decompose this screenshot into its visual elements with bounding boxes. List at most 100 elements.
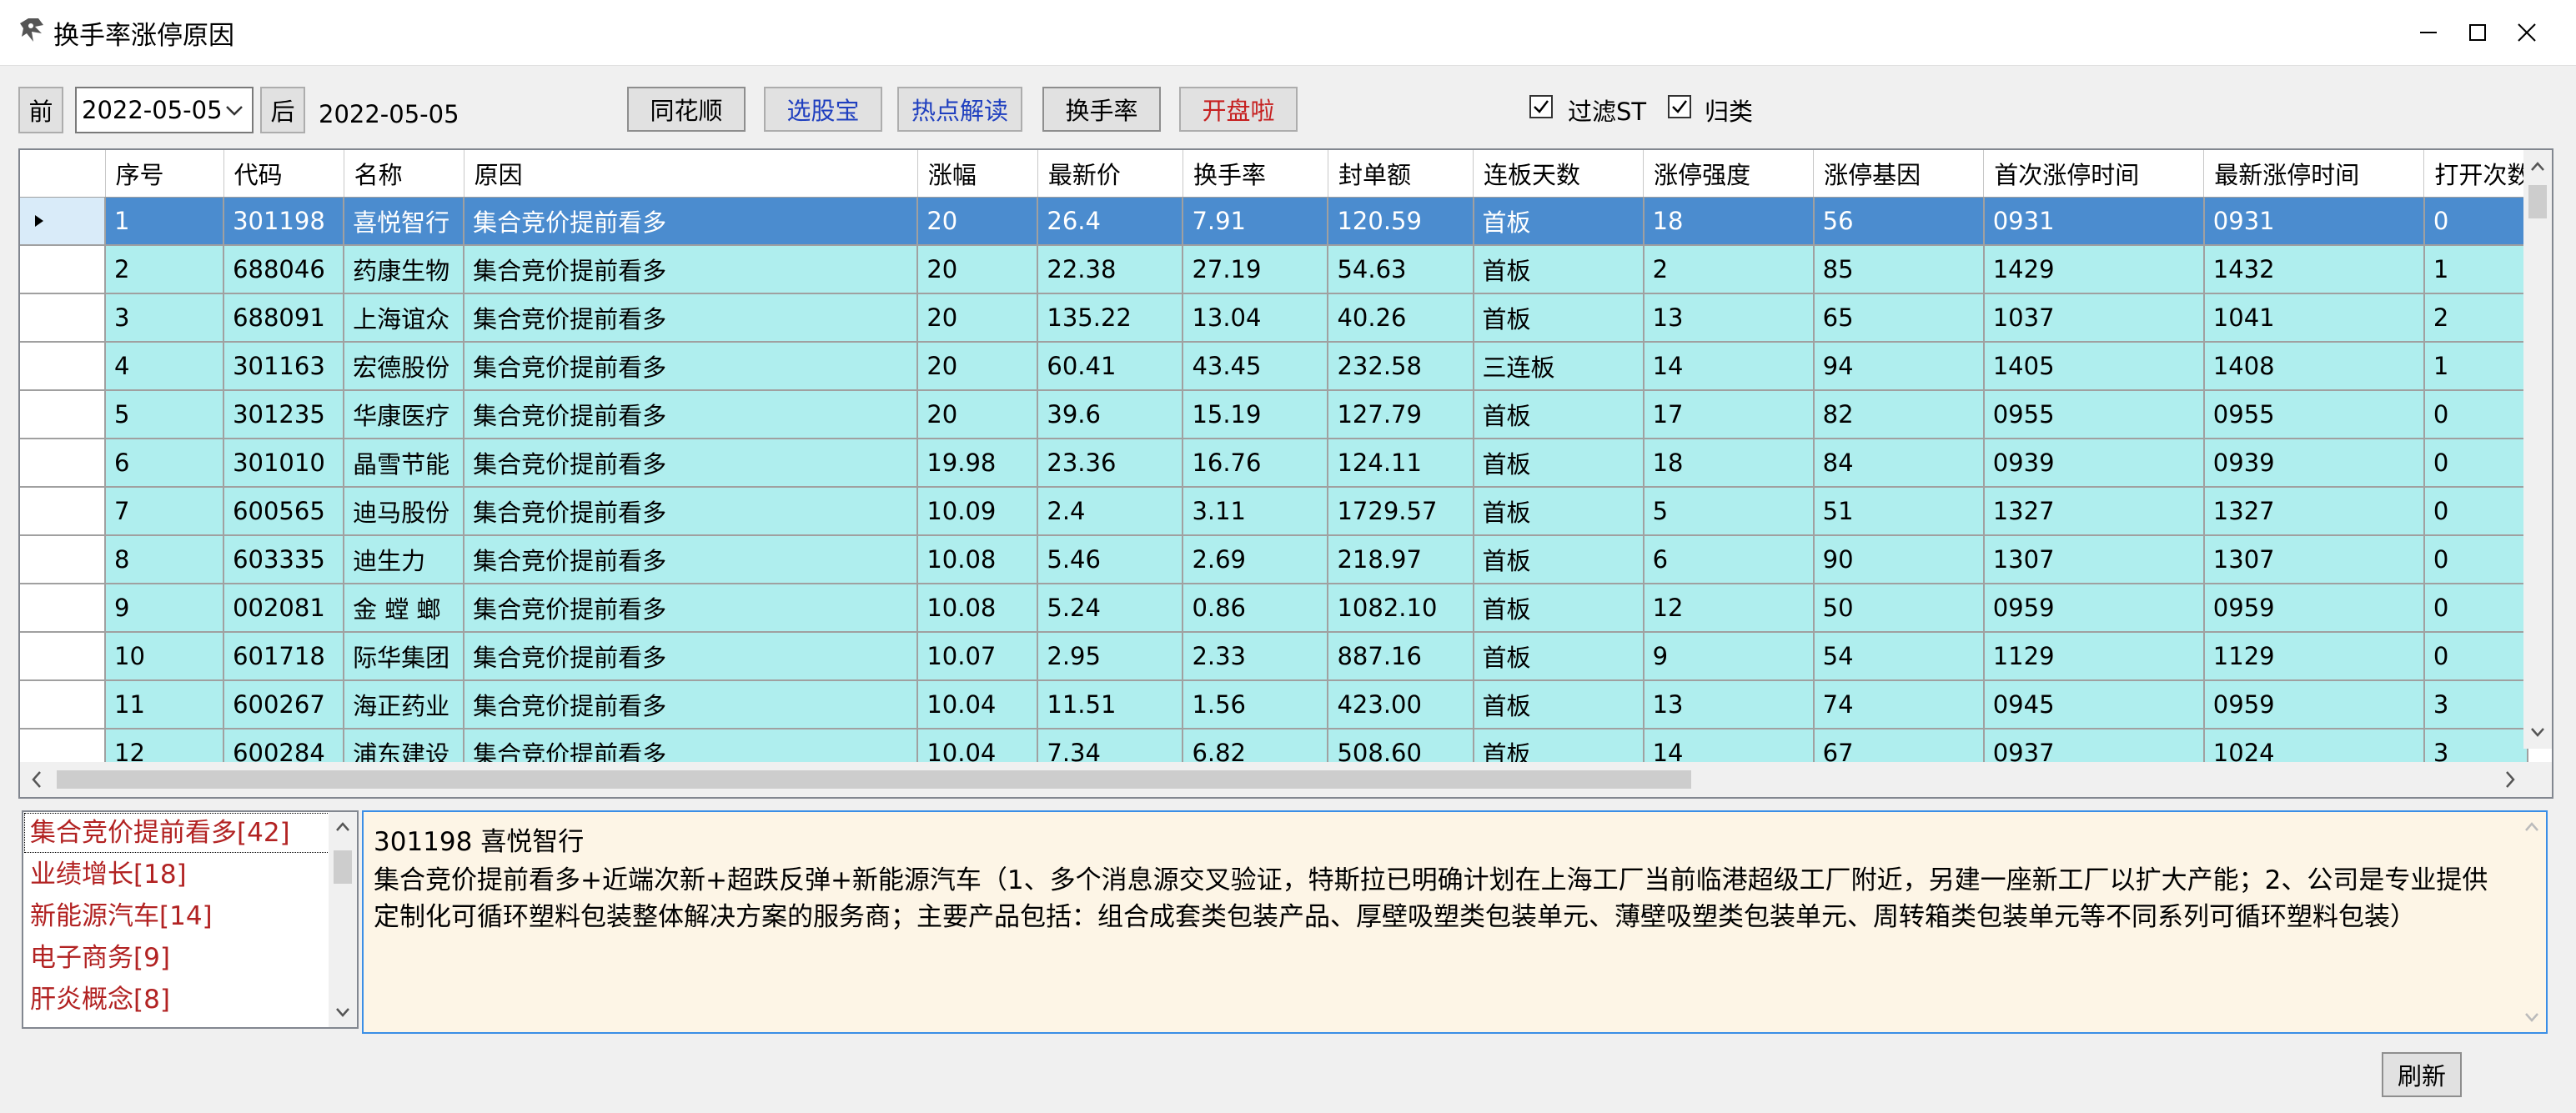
cell-open-count[interactable]: 3: [2423, 680, 2529, 729]
cell-change[interactable]: 19.98: [917, 439, 1039, 488]
prev-day-button[interactable]: 前: [18, 87, 63, 133]
row-header[interactable]: [20, 584, 107, 633]
cell-limit-gene[interactable]: 84: [1813, 439, 1985, 488]
cell-name[interactable]: 际华集团: [344, 632, 465, 681]
table-row[interactable]: 7 600565 迪马股份 集合竞价提前看多 10.09 2.4 3.11 1729.57 首板…: [20, 487, 2529, 536]
table-row[interactable]: 2 688046 药康生物 集合竞价提前看多 20 22.38 27.19 54.63 首板 2 8…: [20, 245, 2529, 294]
cell-code[interactable]: 688046: [223, 245, 345, 294]
cell-consecutive-days[interactable]: 首板: [1473, 487, 1645, 536]
row-header[interactable]: [20, 390, 107, 439]
cell-first-limit-time[interactable]: 0931: [1983, 197, 2205, 246]
scroll-left-icon[interactable]: [22, 762, 52, 797]
cell-limit-strength[interactable]: 2: [1643, 245, 1815, 294]
cell-reason[interactable]: 集合竞价提前看多: [464, 390, 919, 439]
row-header[interactable]: [20, 245, 107, 294]
cell-name[interactable]: 金 螳 螂: [344, 584, 465, 633]
cell-reason[interactable]: 集合竞价提前看多: [464, 293, 919, 343]
cell-code[interactable]: 002081: [223, 584, 345, 633]
cell-seal-amount[interactable]: 120.59: [1328, 197, 1474, 246]
cell-code[interactable]: 301010: [223, 439, 345, 488]
next-day-button[interactable]: 后: [260, 87, 305, 133]
scroll-up-icon[interactable]: [2523, 152, 2552, 182]
cell-limit-strength[interactable]: 9: [1643, 632, 1815, 681]
cell-limit-gene[interactable]: 82: [1813, 390, 1985, 439]
table-row[interactable]: 11 600267 海正药业 集合竞价提前看多 10.04 11.51 1.56 423.00…: [20, 680, 2529, 729]
col-header-limit-gene[interactable]: 涨停基因: [1813, 150, 1985, 198]
cell-limit-strength[interactable]: 18: [1643, 197, 1815, 246]
cell-name[interactable]: 晶雪节能: [344, 439, 465, 488]
cell-reason[interactable]: 集合竞价提前看多: [464, 535, 919, 584]
col-header-name[interactable]: 名称: [344, 150, 464, 198]
cell-seal-amount[interactable]: 1082.10: [1328, 584, 1474, 633]
cell-index[interactable]: 5: [105, 390, 225, 439]
category-item[interactable]: 肝炎概念[8]: [23, 979, 357, 1020]
group-checkbox[interactable]: [1668, 95, 1691, 118]
cell-open-count[interactable]: 1: [2423, 245, 2529, 294]
horizontal-scroll-thumb[interactable]: [57, 770, 1691, 789]
cell-change[interactable]: 20: [917, 390, 1039, 439]
row-header[interactable]: [20, 293, 107, 343]
cell-price[interactable]: 11.51: [1037, 680, 1184, 729]
cell-reason[interactable]: 集合竞价提前看多: [464, 680, 919, 729]
cell-turnover[interactable]: 13.04: [1183, 293, 1329, 343]
cell-turnover[interactable]: 43.45: [1183, 342, 1329, 391]
row-header[interactable]: [20, 487, 107, 536]
cell-code[interactable]: 600565: [223, 487, 345, 536]
cell-reason[interactable]: 集合竞价提前看多: [464, 245, 919, 294]
filter-st-checkbox[interactable]: [1529, 95, 1553, 118]
xuangubao-button[interactable]: 选股宝: [764, 87, 882, 132]
cell-seal-amount[interactable]: 124.11: [1328, 439, 1474, 488]
cell-price[interactable]: 5.46: [1037, 535, 1184, 584]
row-header[interactable]: [20, 680, 107, 729]
cell-consecutive-days[interactable]: 首板: [1473, 245, 1645, 294]
cell-reason[interactable]: 集合竞价提前看多: [464, 487, 919, 536]
cell-change[interactable]: 20: [917, 245, 1039, 294]
cell-limit-strength[interactable]: 6: [1643, 535, 1815, 584]
cell-index[interactable]: 10: [105, 632, 225, 681]
date-picker[interactable]: 2022-05-05: [75, 87, 254, 133]
cell-change[interactable]: 10.09: [917, 487, 1039, 536]
cell-limit-gene[interactable]: 50: [1813, 584, 1985, 633]
cell-consecutive-days[interactable]: 首板: [1473, 584, 1645, 633]
col-header-index[interactable]: 序号: [105, 150, 224, 198]
category-item[interactable]: 集合竞价提前看多[42]: [23, 812, 357, 854]
cell-limit-gene[interactable]: 56: [1813, 197, 1985, 246]
redian-jiedu-button[interactable]: 热点解读: [897, 87, 1022, 132]
scroll-right-icon[interactable]: [2495, 762, 2525, 797]
cell-turnover[interactable]: 7.91: [1183, 197, 1329, 246]
cell-price[interactable]: 26.4: [1037, 197, 1184, 246]
cell-price[interactable]: 22.38: [1037, 245, 1184, 294]
cell-first-limit-time[interactable]: 1327: [1983, 487, 2205, 536]
cell-index[interactable]: 7: [105, 487, 225, 536]
cell-limit-gene[interactable]: 65: [1813, 293, 1985, 343]
cell-latest-limit-time[interactable]: 0955: [2203, 390, 2425, 439]
cell-price[interactable]: 2.95: [1037, 632, 1184, 681]
huanshoulv-button[interactable]: 换手率: [1042, 87, 1161, 132]
cell-change[interactable]: 20: [917, 342, 1039, 391]
cell-limit-gene[interactable]: 85: [1813, 245, 1985, 294]
cell-seal-amount[interactable]: 887.16: [1328, 632, 1474, 681]
cell-limit-gene[interactable]: 51: [1813, 487, 1985, 536]
category-item[interactable]: 业绩增长[18]: [23, 854, 357, 895]
cell-change[interactable]: 20: [917, 293, 1039, 343]
cell-consecutive-days[interactable]: 首板: [1473, 390, 1645, 439]
col-header-consecutive-days[interactable]: 连板天数: [1473, 150, 1645, 198]
col-header-turnover[interactable]: 换手率: [1183, 150, 1328, 198]
cell-seal-amount[interactable]: 54.63: [1328, 245, 1474, 294]
cell-name[interactable]: 药康生物: [344, 245, 465, 294]
row-header[interactable]: [20, 197, 107, 246]
cell-index[interactable]: 6: [105, 439, 225, 488]
cell-open-count[interactable]: 0: [2423, 390, 2529, 439]
row-header[interactable]: [20, 632, 107, 681]
cell-code[interactable]: 301163: [223, 342, 345, 391]
cell-limit-strength[interactable]: 18: [1643, 439, 1815, 488]
cell-first-limit-time[interactable]: 0955: [1983, 390, 2205, 439]
cell-price[interactable]: 5.24: [1037, 584, 1184, 633]
cell-seal-amount[interactable]: 232.58: [1328, 342, 1474, 391]
cell-latest-limit-time[interactable]: 0959: [2203, 680, 2425, 729]
refresh-button[interactable]: 刷新: [2382, 1052, 2462, 1097]
category-list[interactable]: 集合竞价提前看多[42] 业绩增长[18] 新能源汽车[14] 电子商务[9] 肝炎概念…: [22, 810, 359, 1029]
cell-consecutive-days[interactable]: 三连板: [1473, 342, 1645, 391]
cell-seal-amount[interactable]: 1729.57: [1328, 487, 1474, 536]
cell-reason[interactable]: 集合竞价提前看多: [464, 197, 919, 246]
